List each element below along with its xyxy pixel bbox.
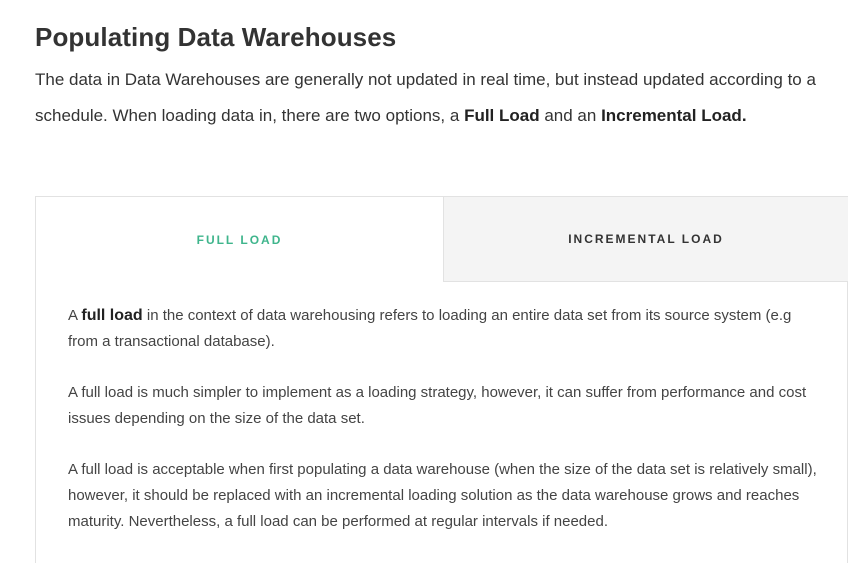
page-title: Populating Data Warehouses — [35, 22, 397, 52]
intro-text-2: and an — [539, 106, 602, 125]
full-load-paragraph-1: A full load in the context of data wareh… — [68, 303, 820, 355]
intro-paragraph: The data in Data Warehouses are generall… — [35, 62, 855, 134]
load-tabs-panel: FULL LOAD INCREMENTAL LOAD A full load i… — [35, 196, 848, 563]
p1-suffix: in the context of data warehousing refer… — [68, 307, 792, 350]
full-load-paragraph-3: A full load is acceptable when first pop… — [68, 461, 817, 530]
tab-full-load[interactable]: FULL LOAD — [36, 197, 443, 282]
tab-incremental-load[interactable]: INCREMENTAL LOAD — [443, 197, 848, 282]
full-load-paragraph-2: A full load is much simpler to implement… — [68, 384, 807, 427]
intro-full-load-term: Full Load — [464, 106, 540, 125]
tab-bar: FULL LOAD INCREMENTAL LOAD — [36, 197, 848, 282]
intro-incremental-load-term: Incremental Load. — [601, 106, 747, 125]
p1-prefix: A — [68, 307, 82, 324]
p1-full-load-term: full load — [81, 307, 143, 324]
